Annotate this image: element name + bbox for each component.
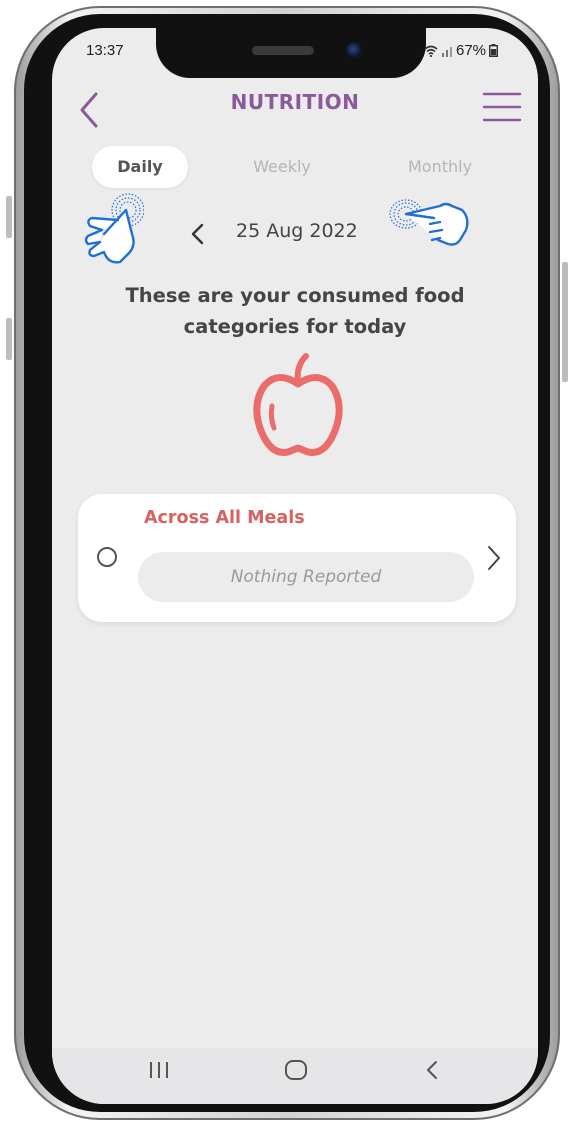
front-camera bbox=[346, 42, 362, 58]
status-icons: 67% bbox=[424, 42, 499, 59]
nav-back-icon[interactable] bbox=[424, 1058, 440, 1082]
power-button bbox=[562, 262, 568, 382]
apple-icon bbox=[253, 353, 343, 456]
tab-weekly[interactable]: Weekly bbox=[232, 146, 332, 188]
headline-line-1: These are your consumed food bbox=[125, 284, 465, 307]
system-nav-bar bbox=[52, 1048, 538, 1104]
battery-icon bbox=[489, 44, 499, 57]
battery-percent: 67% bbox=[456, 42, 487, 59]
wifi-icon bbox=[424, 45, 438, 57]
summary-headline: These are your consumed food categories … bbox=[52, 280, 538, 342]
status-time: 13:37 bbox=[86, 42, 124, 59]
chevron-left-icon[interactable] bbox=[188, 222, 208, 246]
volume-up-button bbox=[6, 196, 12, 238]
meal-category-card[interactable]: Across All Meals Nothing Reported bbox=[78, 494, 516, 622]
notch bbox=[156, 28, 426, 78]
home-icon[interactable] bbox=[284, 1058, 308, 1082]
app-screen: 13:37 67% NUTRITION Daily Weekly Monthly… bbox=[52, 28, 538, 1104]
tab-daily[interactable]: Daily bbox=[92, 146, 188, 188]
page-title: NUTRITION bbox=[230, 90, 360, 114]
card-title: Across All Meals bbox=[144, 508, 305, 528]
nothing-reported-placeholder: Nothing Reported bbox=[138, 552, 474, 602]
hamburger-menu-icon[interactable] bbox=[482, 90, 522, 124]
speaker-grille bbox=[252, 46, 314, 55]
swipe-hand-icon bbox=[389, 199, 469, 246]
current-date: 25 Aug 2022 bbox=[236, 220, 358, 242]
radio-button-icon[interactable] bbox=[97, 547, 117, 567]
recents-icon[interactable] bbox=[148, 1058, 170, 1082]
period-tabs: Daily Weekly Monthly bbox=[52, 146, 538, 188]
tab-monthly[interactable]: Monthly bbox=[388, 146, 492, 188]
headline-line-2: categories for today bbox=[183, 315, 407, 338]
chevron-right-icon[interactable] bbox=[486, 544, 502, 572]
volume-down-button bbox=[6, 318, 12, 360]
signal-icon bbox=[442, 46, 452, 57]
